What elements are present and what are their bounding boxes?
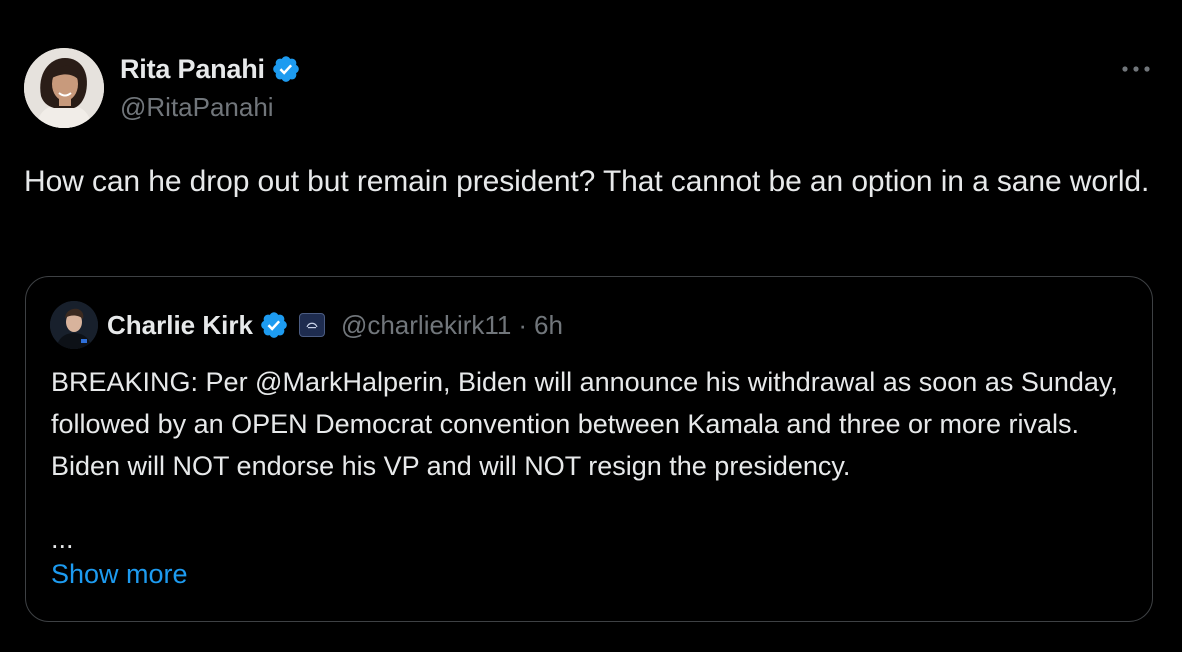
verified-badge-icon — [273, 56, 299, 82]
more-horizontal-icon — [1122, 66, 1150, 72]
quoted-verified-badge-icon — [261, 312, 287, 338]
quoted-tweet-header: Charlie Kirk @charliekirk11 · 6h — [50, 301, 563, 349]
quoted-tweet-ellipsis: ... — [51, 524, 74, 554]
show-more-link[interactable]: Show more — [51, 559, 188, 590]
affiliate-logo-icon — [306, 322, 318, 329]
quoted-author-avatar-photo — [50, 301, 98, 349]
author-name[interactable]: Rita Panahi — [120, 54, 265, 85]
quoted-tweet-card[interactable]: Charlie Kirk @charliekirk11 · 6h BREAKIN… — [25, 276, 1153, 622]
quoted-author-avatar[interactable] — [50, 301, 98, 349]
more-options-button[interactable] — [1118, 54, 1154, 84]
author-name-row: Rita Panahi — [120, 52, 301, 86]
author-avatar[interactable] — [24, 48, 104, 128]
author-handle[interactable]: @RitaPanahi — [120, 92, 274, 123]
tweet: Rita Panahi @RitaPanahi How can he drop … — [0, 0, 1182, 652]
quoted-author-name[interactable]: Charlie Kirk — [107, 310, 253, 341]
quoted-tweet-time[interactable]: 6h — [534, 310, 563, 341]
quoted-tweet-text: BREAKING: Per @MarkHalperin, Biden will … — [51, 367, 1118, 481]
author-avatar-photo — [24, 48, 104, 128]
header-separator: · — [518, 309, 528, 340]
quoted-author-handle[interactable]: @charliekirk11 — [341, 310, 511, 341]
affiliate-badge-icon[interactable] — [298, 313, 325, 337]
tweet-text: How can he drop out but remain president… — [24, 165, 1150, 198]
